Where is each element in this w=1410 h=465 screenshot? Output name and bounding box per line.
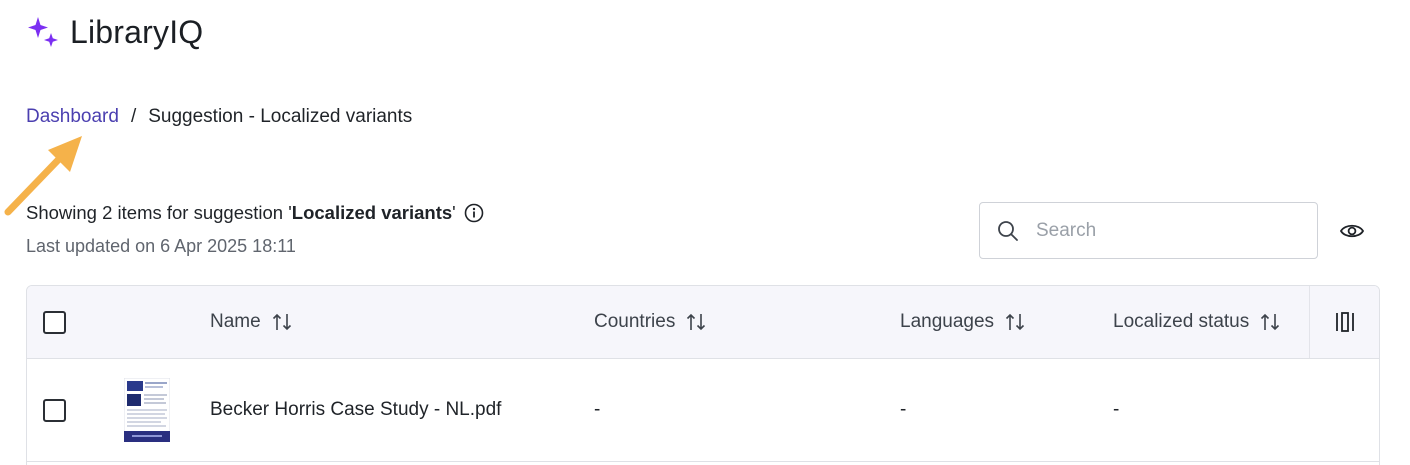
breadcrumb-current: Suggestion - Localized variants bbox=[148, 106, 413, 127]
page: LibraryIQ Dashboard / Suggestion - Local… bbox=[0, 0, 1410, 465]
last-updated: Last updated on 6 Apr 2025 18:11 bbox=[26, 236, 296, 256]
app-logo[interactable]: LibraryIQ bbox=[26, 14, 203, 51]
search-input[interactable] bbox=[1036, 219, 1296, 242]
row-select-cell bbox=[43, 359, 66, 461]
sort-arrows-icon[interactable] bbox=[1004, 311, 1026, 333]
sort-arrows-icon[interactable] bbox=[685, 311, 707, 333]
column-header-languages[interactable]: Languages bbox=[900, 286, 1026, 358]
summary-suggestion: Localized variants bbox=[291, 202, 453, 223]
search-box[interactable] bbox=[979, 202, 1318, 259]
summary-prefix: Showing 2 items for suggestion ' bbox=[26, 202, 292, 223]
summary-text: Showing 2 items for suggestion ' Localize… bbox=[26, 202, 484, 224]
column-label: Name bbox=[210, 311, 261, 332]
column-settings-icon bbox=[1335, 312, 1354, 332]
select-all-cell bbox=[43, 286, 66, 358]
column-label: Countries bbox=[594, 311, 676, 332]
sort-arrows-icon[interactable] bbox=[1259, 311, 1281, 333]
info-icon[interactable] bbox=[464, 203, 484, 223]
results-table: Name Countries Languages Localized statu… bbox=[26, 285, 1380, 465]
column-settings-button[interactable] bbox=[1309, 286, 1379, 358]
row-checkbox[interactable] bbox=[43, 398, 66, 422]
sparkle-icon bbox=[28, 16, 58, 47]
app-name: LibraryIQ bbox=[70, 14, 204, 50]
search-icon bbox=[998, 220, 1018, 241]
table-header: Name Countries Languages Localized statu… bbox=[27, 286, 1379, 359]
select-all-checkbox[interactable] bbox=[43, 310, 66, 334]
file-name[interactable]: Becker Horris Case Study - NL.pdf bbox=[210, 359, 501, 461]
countries-value: - bbox=[594, 399, 601, 420]
column-label: Localized status bbox=[1113, 311, 1250, 332]
breadcrumb: Dashboard / Suggestion - Localized varia… bbox=[26, 106, 412, 128]
localized-status-value: - bbox=[1113, 399, 1120, 420]
pdf-thumbnail[interactable] bbox=[124, 378, 170, 442]
eye-icon[interactable] bbox=[1339, 219, 1365, 243]
column-header-name[interactable]: Name bbox=[210, 286, 293, 358]
sort-arrows-icon[interactable] bbox=[271, 311, 293, 333]
column-label: Languages bbox=[900, 311, 995, 332]
table-row[interactable]: Becker Horris Case Study - NL.pdf - - - bbox=[27, 359, 1379, 462]
languages-value: - bbox=[900, 399, 907, 420]
column-header-localized-status[interactable]: Localized status bbox=[1113, 286, 1281, 358]
breadcrumb-separator: / bbox=[130, 106, 137, 127]
column-header-countries[interactable]: Countries bbox=[594, 286, 707, 358]
breadcrumb-dashboard-link[interactable]: Dashboard bbox=[26, 106, 119, 128]
file-thumbnail-cell bbox=[124, 359, 170, 461]
summary-suffix: ' bbox=[452, 202, 456, 223]
